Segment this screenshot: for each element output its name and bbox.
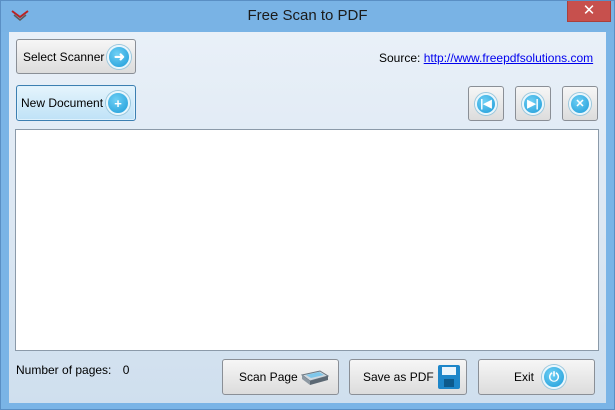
select-scanner-button[interactable]: Select Scanner ➜ xyxy=(16,39,136,74)
new-document-button[interactable]: New Document + xyxy=(16,85,136,121)
source-link[interactable]: http://www.freepdfsolutions.com xyxy=(424,51,593,65)
page-count: Number of pages: 0 xyxy=(16,363,129,377)
last-page-icon: ▶| xyxy=(522,92,544,115)
document-preview[interactable] xyxy=(15,129,599,351)
window-title: Free Scan to PDF xyxy=(247,7,368,24)
pages-label: Number of pages: xyxy=(16,363,112,377)
pages-count: 0 xyxy=(122,363,130,377)
arrow-right-icon: ➜ xyxy=(107,44,132,69)
main-panel: Select Scanner ➜ Source: http://www.free… xyxy=(9,32,606,403)
scan-page-button[interactable]: Scan Page xyxy=(222,359,339,395)
select-scanner-label: Select Scanner xyxy=(23,49,105,64)
app-window: Free Scan to PDF ✕ Select Scanner ➜ Sour… xyxy=(0,0,615,410)
plus-icon: + xyxy=(106,91,131,115)
save-as-pdf-label: Save as PDF xyxy=(363,370,434,384)
new-document-label: New Document xyxy=(21,96,104,110)
delete-page-button[interactable]: ✕ xyxy=(562,86,598,121)
title-bar[interactable]: Free Scan to PDF ✕ xyxy=(1,1,614,32)
first-page-icon: |◀ xyxy=(475,92,497,115)
floppy-disk-icon xyxy=(437,365,460,389)
first-page-button[interactable]: |◀ xyxy=(468,86,504,121)
scanner-icon xyxy=(300,370,329,385)
source-label: Source: xyxy=(379,51,421,65)
last-page-button[interactable]: ▶| xyxy=(515,86,551,121)
close-icon: ✕ xyxy=(582,2,596,19)
delete-icon: ✕ xyxy=(569,92,591,115)
exit-label: Exit xyxy=(514,370,535,384)
source-info: Source: http://www.freepdfsolutions.com xyxy=(379,51,593,65)
exit-button[interactable]: Exit ⏻ xyxy=(478,359,595,395)
close-button[interactable]: ✕ xyxy=(567,1,611,22)
power-icon: ⏻ xyxy=(542,365,567,389)
save-as-pdf-button[interactable]: Save as PDF xyxy=(349,359,467,395)
scan-page-label: Scan Page xyxy=(239,370,298,384)
